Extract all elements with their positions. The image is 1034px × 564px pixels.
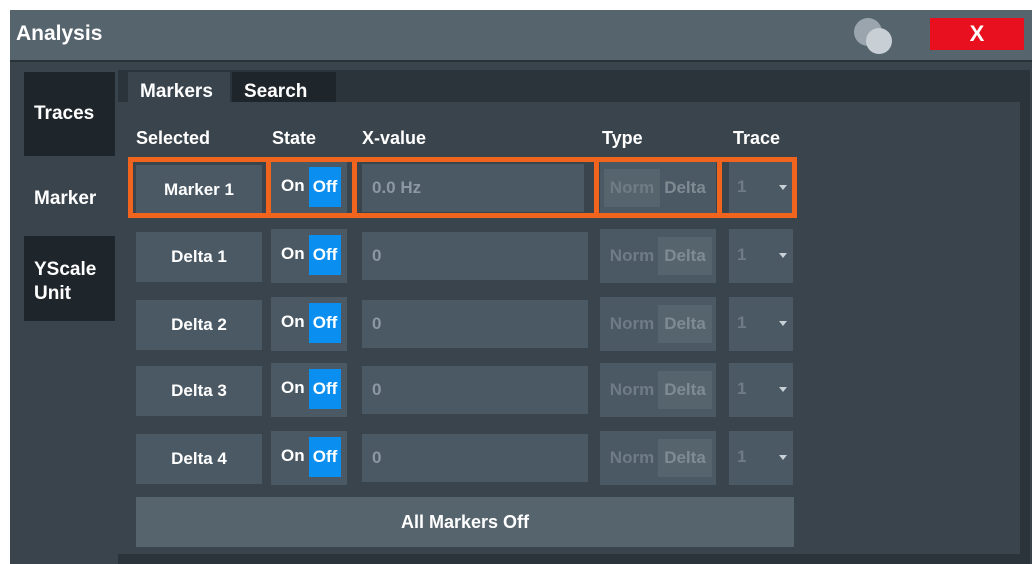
x-value-field[interactable]: 0 (362, 366, 588, 414)
marker-select-button[interactable]: Delta 4 (136, 434, 262, 484)
trace-value: 1 (737, 379, 747, 398)
trace-value: 1 (737, 245, 747, 264)
state-off-label: Off (309, 235, 341, 275)
type-toggle[interactable]: Norm Delta (600, 363, 716, 417)
trace-value: 1 (737, 447, 747, 466)
state-toggle[interactable]: On Off (271, 297, 347, 351)
all-markers-off-button[interactable]: All Markers Off (136, 497, 794, 547)
state-on-label: On (281, 446, 305, 465)
type-toggle[interactable]: Norm Delta (600, 229, 716, 283)
marker-select-button[interactable]: Delta 1 (136, 232, 262, 282)
close-button[interactable]: X (930, 18, 1024, 50)
state-toggle[interactable]: On Off (271, 431, 347, 485)
trace-value: 1 (737, 313, 747, 332)
side-tab-label: Traces (34, 103, 95, 124)
trace-select[interactable]: 1 (729, 363, 793, 417)
type-norm-label: Norm (609, 246, 655, 265)
state-off-label: Off (309, 303, 341, 343)
state-on-label: On (281, 244, 305, 263)
type-delta-label: Delta (658, 439, 712, 477)
side-tab-yscale-unit[interactable]: YScale Unit (24, 236, 115, 321)
title-bar: Analysis X (10, 10, 1032, 60)
x-value-field[interactable]: 0 (362, 232, 588, 280)
column-header-trace: Trace (733, 128, 781, 148)
column-header-state: State (272, 128, 317, 148)
trace-select[interactable]: 1 (729, 229, 793, 283)
column-header-selected: Selected (136, 128, 211, 148)
state-on-label: On (281, 312, 305, 331)
chevron-down-icon (779, 253, 787, 258)
type-delta-label: Delta (658, 237, 712, 275)
tab-label: Search (244, 81, 308, 102)
marker-select-button[interactable]: Delta 2 (136, 300, 262, 350)
trace-select[interactable]: 1 (729, 431, 793, 485)
type-toggle[interactable]: Norm Delta (600, 297, 716, 351)
type-highlight (594, 157, 722, 218)
trace-select[interactable]: 1 (729, 297, 793, 351)
type-toggle[interactable]: Norm Delta (600, 431, 716, 485)
tab-label: Markers (140, 81, 213, 102)
state-off-label: Off (309, 437, 341, 477)
divider (10, 60, 1032, 62)
chevron-down-icon (779, 387, 787, 392)
state-highlight (266, 157, 357, 218)
type-norm-label: Norm (609, 380, 655, 399)
side-tab-label: YScale Unit (34, 259, 97, 304)
marker-select-button[interactable]: Delta 3 (136, 366, 262, 416)
state-off-label: Off (309, 369, 341, 409)
state-toggle[interactable]: On Off (271, 229, 347, 283)
state-on-label: On (281, 378, 305, 397)
dialog-title: Analysis (16, 22, 103, 45)
type-norm-label: Norm (609, 314, 655, 333)
x-value-field[interactable]: 0 (362, 434, 588, 482)
side-tab-traces[interactable]: Traces (24, 72, 115, 156)
chevron-down-icon (779, 455, 787, 460)
side-tab-label: Marker (34, 188, 97, 209)
type-norm-label: Norm (609, 448, 655, 467)
x-value-field[interactable]: 0 (362, 300, 588, 348)
type-delta-label: Delta (658, 371, 712, 409)
chevron-down-icon (779, 321, 787, 326)
type-delta-label: Delta (658, 305, 712, 343)
column-header-type: Type (602, 128, 643, 148)
logo-icon (854, 18, 900, 54)
state-toggle[interactable]: On Off (271, 363, 347, 417)
column-header-xvalue: X-value (362, 128, 427, 148)
side-tab-marker[interactable]: Marker (24, 158, 115, 240)
